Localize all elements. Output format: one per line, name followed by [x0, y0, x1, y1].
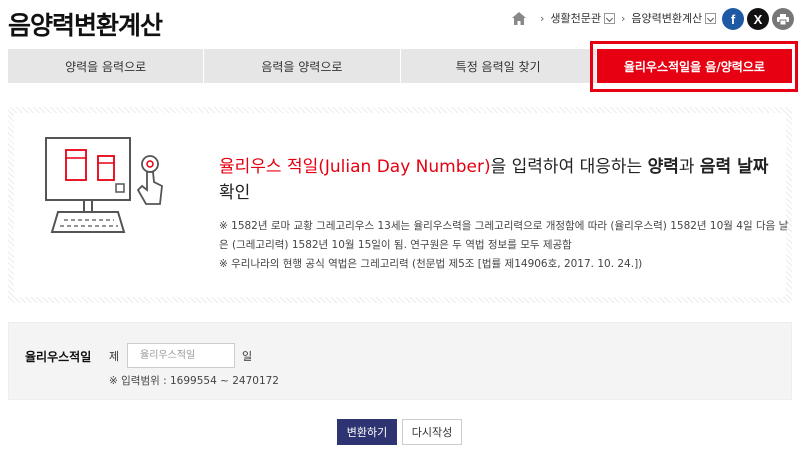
note-gregorian-reform: ※ 1582년 로마 교황 그레고리우스 13세는 율리우스력을 그레고리력으로…: [219, 220, 789, 251]
julian-input-form: 율리우스적일 제 일 ※ 입력범위 : 1699554 ~ 2470172: [8, 322, 792, 400]
breadcrumb-label: 생활천문관: [550, 12, 602, 25]
breadcrumb-label: 음양력변환계산: [631, 12, 703, 25]
home-icon[interactable]: [512, 11, 526, 25]
breadcrumb-separator: ›: [621, 11, 626, 25]
note-official-calendar: ※ 우리나라의 현행 공식 역법은 그레고리력 (천문법 제5조 [법률 제14…: [219, 258, 643, 270]
intro-headline: 율리우스 적일(Julian Day Number)을 입력하여 대응하는 양력…: [219, 154, 789, 206]
intro-notes: ※ 1582년 로마 교황 그레고리우스 13세는 율리우스력을 그레고리력으로…: [219, 217, 789, 274]
chevron-down-icon[interactable]: [705, 12, 717, 24]
intro-panel: 율리우스 적일(Julian Day Number)을 입력하여 대응하는 양력…: [8, 107, 792, 303]
reset-button[interactable]: 다시작성: [402, 419, 462, 445]
tab-lunar-to-solar[interactable]: 음력을 양력으로: [204, 49, 401, 83]
julian-day-input[interactable]: [127, 343, 235, 368]
input-prefix: 제: [109, 350, 120, 363]
tab-bar: 양력을 음력으로 음력을 양력으로 특정 음력일 찾기 율리우스적일을 음/양력…: [8, 49, 792, 83]
input-suffix: 일: [242, 350, 253, 363]
kiosk-touch-icon: [45, 137, 163, 233]
headline-solar: 양력: [647, 157, 679, 177]
chevron-down-icon[interactable]: [604, 12, 616, 24]
print-icon[interactable]: [772, 8, 794, 30]
headline-text: 확인: [219, 183, 251, 203]
x-twitter-icon[interactable]: X: [747, 8, 769, 30]
facebook-icon[interactable]: f: [722, 8, 744, 30]
julian-day-label: 율리우스적일: [25, 350, 92, 364]
input-range-note: ※ 입력범위 : 1699554 ~ 2470172: [109, 375, 279, 387]
page-title: 음양력변환계산: [8, 11, 163, 40]
breadcrumb-separator: ›: [540, 11, 545, 25]
social-share-bar: f X: [722, 8, 794, 30]
breadcrumb-item-category[interactable]: 생활천문관: [550, 10, 616, 26]
tab-find-lunar-date[interactable]: 특정 음력일 찾기: [401, 49, 597, 83]
convert-button[interactable]: 변환하기: [337, 419, 397, 445]
intro-content: 율리우스 적일(Julian Day Number)을 입력하여 대응하는 양력…: [14, 113, 789, 297]
headline-text: 을 입력하여 대응하는: [490, 157, 648, 177]
breadcrumb: › 생활천문관 › 음양력변환계산: [512, 10, 717, 26]
headline-text: 과: [678, 157, 700, 177]
tab-solar-to-lunar[interactable]: 양력을 음력으로: [8, 49, 205, 83]
breadcrumb-item-current[interactable]: 음양력변환계산: [631, 10, 717, 26]
headline-julian-term: 율리우스 적일(Julian Day Number): [219, 157, 491, 177]
headline-lunar: 음력 날짜: [699, 157, 769, 177]
tab-julian-to-lunar-solar[interactable]: 율리우스적일을 음/양력으로: [596, 49, 792, 83]
